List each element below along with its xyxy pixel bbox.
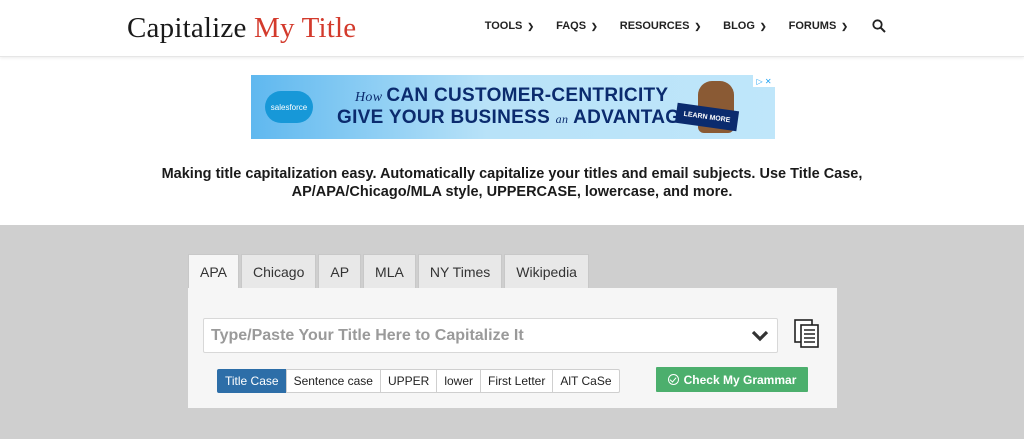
salesforce-logo: salesforce (265, 91, 313, 123)
site-header: Capitalize My Title TOOLS ❯ FAQS ❯ RESOU… (0, 0, 1024, 57)
nav-item-label: FORUMS (788, 20, 837, 32)
nav-item-blog[interactable]: BLOG ❯ (723, 20, 766, 32)
logo-text-main: Capitalize (127, 12, 255, 44)
check-grammar-button[interactable]: Check My Grammar (656, 367, 808, 392)
ad-banner[interactable]: salesforce How CAN CUSTOMER-CENTRICITY GI… (251, 75, 775, 139)
title-input-placeholder: Type/Paste Your Title Here to Capitalize… (211, 326, 524, 344)
nav-item-faqs[interactable]: FAQS ❯ (556, 20, 598, 32)
nav-item-label: RESOURCES (619, 20, 690, 32)
tab-apa[interactable]: APA (188, 254, 239, 289)
chevron-down-icon: ❯ (694, 21, 702, 31)
nav-item-resources[interactable]: RESOURCES ❯ (620, 20, 701, 32)
main-nav: TOOLS ❯ FAQS ❯ RESOURCES ❯ BLOG ❯ FORUMS… (463, 19, 886, 33)
chevron-down-icon: ❯ (759, 21, 767, 31)
chevron-down-icon: ❯ (841, 21, 848, 31)
ad-headline-2: GIVE YOUR BUSINESS an ADVANTAGE? (337, 107, 706, 128)
style-tabs: APA Chicago AP MLA NY Times Wikipedia (188, 254, 591, 289)
search-icon[interactable] (872, 19, 886, 33)
case-button-group: Title Case Sentence case UPPER lower Fir… (217, 369, 620, 393)
alt-case-button[interactable]: AlT CaSe (552, 369, 620, 393)
tagline: Making title capitalization easy. Automa… (161, 166, 863, 200)
ad-headline-1: How CAN CUSTOMER-CENTRICITY (355, 85, 669, 106)
tab-chicago[interactable]: Chicago (240, 254, 317, 288)
title-input[interactable]: Type/Paste Your Title Here to Capitalize… (203, 318, 778, 353)
sentence-case-button[interactable]: Sentence case (285, 369, 381, 393)
chevron-down-icon: ❯ (527, 21, 535, 31)
capitalize-panel: Type/Paste Your Title Here to Capitalize… (188, 288, 837, 408)
tab-ap[interactable]: AP (318, 254, 362, 288)
nav-item-label: FAQS (556, 20, 587, 32)
lower-case-button[interactable]: lower (436, 369, 481, 393)
tab-ny-times[interactable]: NY Times (417, 254, 503, 288)
nav-item-forums[interactable]: FORUMS ❯ (789, 20, 848, 32)
nav-item-label: TOOLS (484, 20, 523, 32)
upper-case-button[interactable]: UPPER (379, 369, 438, 393)
logo-text-accent: My Title (254, 12, 357, 44)
nav-item-tools[interactable]: TOOLS ❯ (485, 20, 534, 32)
first-letter-button[interactable]: First Letter (480, 369, 554, 393)
site-logo[interactable]: Capitalize My Title (127, 12, 356, 45)
title-case-button[interactable]: Title Case (217, 369, 287, 393)
chevron-down-icon[interactable] (751, 328, 769, 344)
adchoices-icon[interactable]: ▷ ✕ (753, 75, 775, 87)
check-circle-icon (667, 374, 679, 385)
nav-item-label: BLOG (723, 20, 755, 32)
copy-icon[interactable] (794, 319, 820, 349)
chevron-down-icon: ❯ (591, 21, 598, 31)
check-grammar-label: Check My Grammar (683, 372, 797, 387)
tab-wikipedia[interactable]: Wikipedia (504, 254, 589, 288)
tab-mla[interactable]: MLA (363, 254, 416, 288)
